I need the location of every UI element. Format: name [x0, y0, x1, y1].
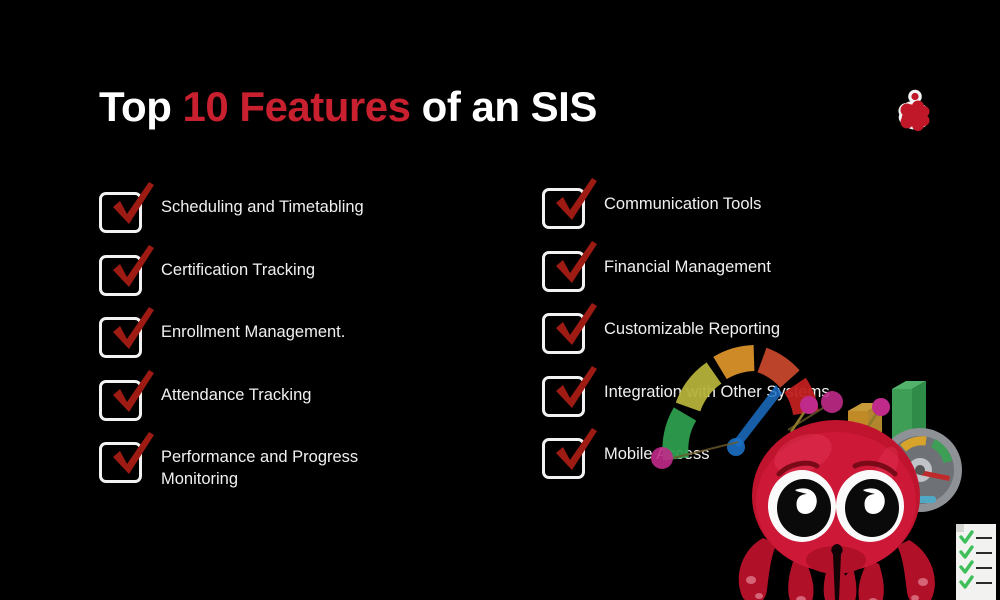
feature-label: Certification Tracking [161, 260, 316, 279]
feature-item[interactable]: Customizable Reporting [542, 303, 942, 373]
checkmark-icon [556, 178, 597, 220]
checkbox-checked[interactable] [99, 369, 154, 421]
checkmark-icon [556, 303, 597, 345]
checkbox-checked[interactable] [542, 303, 597, 354]
feature-item[interactable]: Enrollment Management. [99, 307, 519, 373]
checklist-clipboard-icon [956, 524, 996, 600]
checkbox-checked[interactable] [542, 428, 597, 479]
feature-label: Scheduling and Timetabling [161, 198, 364, 216]
checkmark-icon [556, 428, 597, 470]
feature-item[interactable]: Communication Tools [542, 178, 942, 248]
features-column-left: Scheduling and Timetabling Certification… [99, 182, 519, 498]
feature-item[interactable]: Attendance Tracking [99, 369, 519, 436]
checkbox-checked[interactable] [99, 432, 154, 483]
title-highlight: 10 Features [182, 83, 411, 130]
checkbox-checked[interactable] [542, 365, 597, 417]
title-part-1: Top [99, 83, 183, 130]
feature-label: Performance and Progress Monitoring [161, 448, 359, 488]
checkbox-checked[interactable] [99, 182, 154, 233]
feature-label: Integration with Other Systems [604, 382, 830, 401]
feature-item[interactable]: Scheduling and Timetabling [99, 182, 519, 248]
feature-item[interactable]: Financial Management [542, 240, 942, 311]
feature-label: Mobile Access [604, 445, 710, 463]
checkmark-icon [113, 432, 154, 474]
feature-item[interactable]: Certification Tracking [99, 244, 519, 311]
feature-label: Attendance Tracking [161, 385, 312, 404]
page-title: Top 10 Features of an SIS [99, 83, 598, 130]
poster-canvas: Top 10 Features of an SIS Scheduling and… [0, 0, 1000, 600]
checkmark-icon [113, 182, 154, 224]
checkmark-icon [556, 240, 597, 283]
checkmark-icon [113, 244, 154, 287]
brand-logo-icon [893, 89, 937, 135]
checkbox-checked[interactable] [99, 307, 154, 358]
feature-item[interactable]: Mobile Access [542, 428, 942, 498]
feature-item[interactable]: Integration with Other Systems [542, 365, 942, 436]
checkmark-icon [113, 369, 154, 412]
checkbox-checked[interactable] [542, 240, 597, 292]
checkmark-icon [113, 307, 154, 349]
checkmark-icon [556, 365, 597, 408]
features-column-right: Communication Tools Financial Management… [542, 178, 942, 498]
feature-label: Customizable Reporting [604, 320, 781, 338]
feature-label: Financial Management [604, 257, 771, 276]
title-part-2: of an SIS [410, 83, 598, 130]
checkbox-checked[interactable] [99, 244, 154, 296]
feature-label: Enrollment Management. [161, 323, 346, 341]
feature-item[interactable]: Performance and Progress Monitoring [99, 432, 519, 498]
checkbox-checked[interactable] [542, 178, 597, 229]
feature-label: Communication Tools [604, 195, 762, 213]
